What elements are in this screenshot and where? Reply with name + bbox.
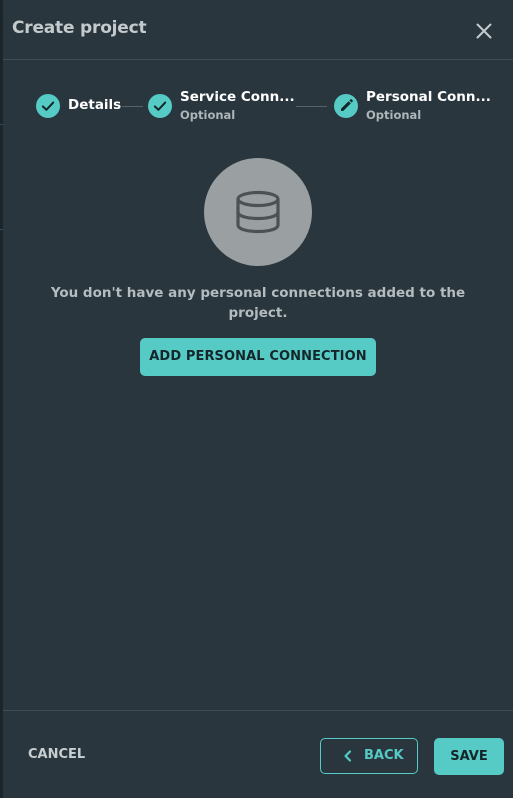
- dialog-header: Create project: [3, 0, 513, 60]
- stepper: Details Service Conn... Optional Persona…: [3, 60, 513, 150]
- dialog-title: Create project: [12, 18, 147, 38]
- back-button-label: BACK: [364, 748, 404, 763]
- step-details-label: Details: [68, 97, 122, 113]
- pencil-icon: [341, 99, 353, 111]
- step-service-connections-circle[interactable]: [148, 94, 172, 118]
- step-personal-connections-circle[interactable]: [334, 94, 358, 118]
- close-icon: [476, 23, 492, 39]
- chevron-left-icon: [344, 750, 352, 762]
- cancel-button[interactable]: CANCEL: [28, 747, 85, 762]
- empty-state-message: You don't have any personal connections …: [50, 285, 466, 321]
- step-connector: [296, 106, 327, 107]
- step-service-connections-label: Service Conn...: [180, 89, 295, 105]
- dialog-footer: CANCEL BACK SAVE: [3, 710, 513, 798]
- step-service-connections-sublabel: Optional: [180, 108, 236, 122]
- empty-state-illustration: [204, 158, 312, 266]
- save-button[interactable]: SAVE: [434, 738, 504, 775]
- back-button[interactable]: BACK: [320, 738, 418, 774]
- close-button[interactable]: [471, 18, 497, 44]
- step-personal-connections-sublabel: Optional: [366, 108, 422, 122]
- check-icon: [153, 101, 167, 111]
- step-details-circle[interactable]: [36, 94, 60, 118]
- database-icon: [236, 190, 280, 234]
- step-personal-connections-label: Personal Conn...: [366, 89, 491, 105]
- create-project-dialog: Create project Details Service Conn... O…: [3, 0, 513, 798]
- step-connector: [122, 106, 143, 107]
- check-icon: [41, 101, 55, 111]
- add-personal-connection-button[interactable]: ADD PERSONAL CONNECTION: [140, 338, 376, 376]
